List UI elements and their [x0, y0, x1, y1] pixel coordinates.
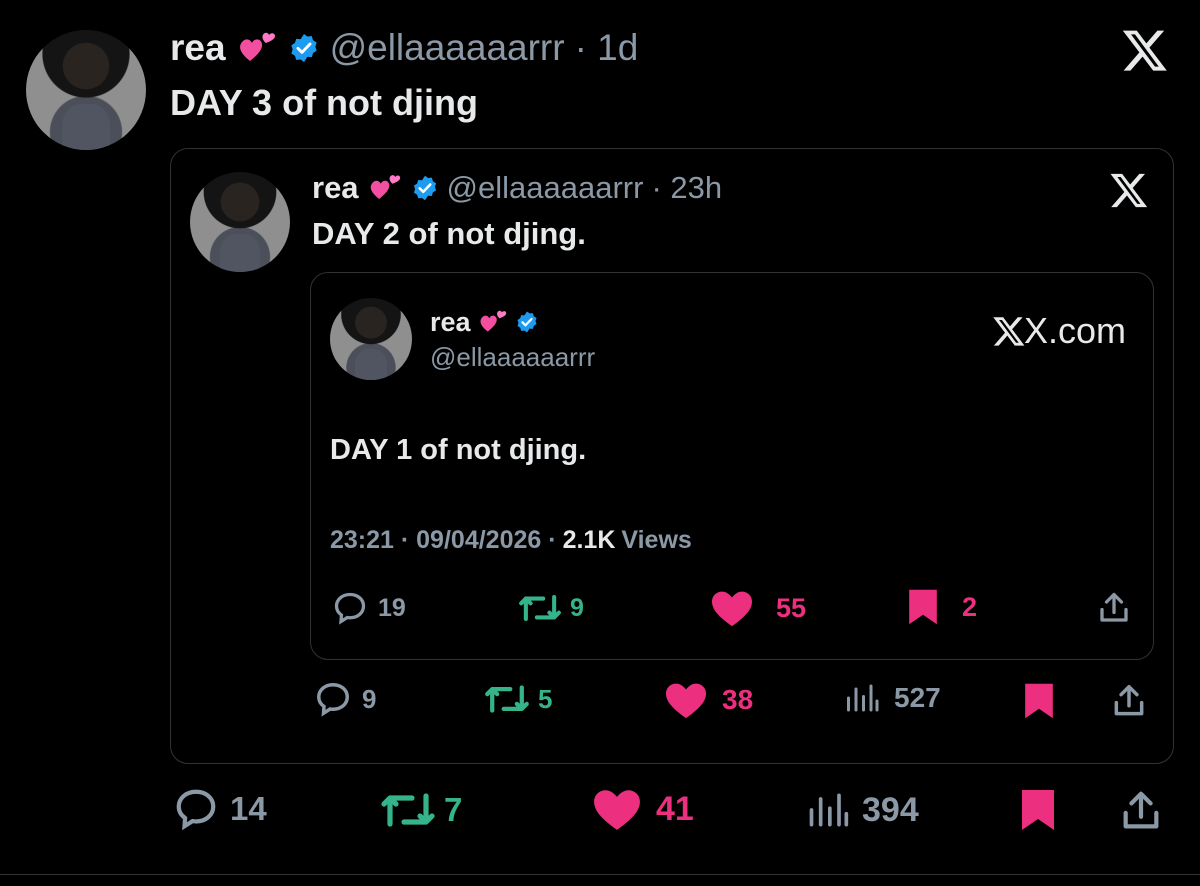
quote1-time[interactable]: · 23h: [651, 170, 722, 206]
reply-icon: [330, 590, 370, 626]
quote2-views-count: 2.1K: [562, 526, 616, 554]
bookmark-icon[interactable]: [1018, 788, 1058, 832]
reply-icon: [170, 786, 222, 832]
quote1-views-button[interactable]: 527: [844, 680, 941, 716]
outer-repost-count: 7: [444, 791, 463, 828]
verified-badge-icon: [411, 174, 439, 202]
quote2-handle[interactable]: @ellaaaaaarrr: [430, 342, 595, 373]
reply-icon: [312, 680, 354, 718]
share-icon[interactable]: [1110, 682, 1148, 720]
outer-reply-button[interactable]: 14: [170, 786, 267, 832]
x-logo-icon[interactable]: [1120, 26, 1170, 74]
verified-badge-icon: [515, 310, 539, 334]
quote1-like-count: 38: [722, 684, 754, 715]
outer-like-count: 41: [656, 789, 694, 828]
quote1-repost-button[interactable]: 5: [484, 680, 552, 718]
share-icon[interactable]: [1118, 788, 1164, 834]
quote1-header: rea @ellaaaaaarrr · 23h: [312, 166, 722, 210]
repost-icon: [484, 680, 530, 718]
x-logo-icon: [992, 314, 1026, 348]
quote2-reply-count: 19: [378, 593, 406, 622]
share-icon[interactable]: [1096, 590, 1132, 626]
quote1-tweet-text: DAY 2 of not djing.: [312, 216, 586, 251]
quote2-repost-count: 9: [570, 593, 584, 622]
outer-repost-button[interactable]: 7: [380, 788, 462, 832]
views-icon: [844, 680, 880, 716]
x-com-text: X.com: [1024, 310, 1127, 351]
x-com-label[interactable]: X.com: [992, 310, 1126, 352]
quote1-name[interactable]: rea: [312, 170, 359, 206]
two-hearts-emoji: [477, 308, 509, 336]
outer-time[interactable]: · 1d: [575, 27, 639, 69]
outer-like-button[interactable]: 41: [592, 786, 694, 832]
quote1-reply-count: 9: [362, 683, 377, 714]
x-logo-icon[interactable]: [1108, 170, 1150, 210]
bookmark-icon[interactable]: [1022, 682, 1056, 720]
quote1-repost-count: 5: [538, 683, 553, 714]
quote2-tweet-text: DAY 1 of not djing.: [330, 434, 587, 466]
like-icon: [592, 786, 642, 832]
bottom-divider: [0, 874, 1200, 875]
repost-icon: [380, 788, 436, 832]
two-hearts-emoji: [236, 29, 278, 67]
quote2-bookmark-button[interactable]: 2: [906, 588, 977, 626]
quote1-handle[interactable]: @ellaaaaaarrr: [447, 170, 644, 206]
quote2-bookmark-count: 2: [962, 591, 978, 622]
outer-avatar[interactable]: [26, 30, 146, 150]
quote1-like-button[interactable]: 38: [664, 680, 753, 720]
quote2-timestamp: 23:21 · 09/04/2026 ·: [330, 526, 557, 554]
quote2-name[interactable]: rea: [430, 307, 471, 338]
outer-views-count: 394: [862, 790, 919, 829]
quote2-reply-button[interactable]: 19: [330, 590, 406, 626]
quote2-repost-button[interactable]: 9: [518, 590, 584, 626]
quote1-views-count: 527: [894, 682, 941, 713]
like-icon: [710, 588, 754, 628]
two-hearts-emoji: [367, 172, 403, 204]
outer-name[interactable]: rea: [170, 27, 226, 69]
quote2-like-button[interactable]: 55: [710, 588, 806, 628]
quote2-header: rea: [430, 304, 539, 340]
outer-reply-count: 14: [230, 790, 267, 827]
quote1-avatar[interactable]: [190, 172, 290, 272]
quote2-like-count: 55: [776, 592, 807, 623]
outer-header: rea @ellaaaaaarrr · 1d: [170, 24, 638, 72]
like-icon: [664, 680, 708, 720]
quote2-meta: 23:21 · 09/04/2026 · 2.1K Views: [330, 526, 692, 555]
verified-badge-icon: [288, 32, 320, 64]
outer-handle[interactable]: @ellaaaaaarrr: [330, 27, 565, 69]
bookmark-icon: [906, 588, 940, 626]
repost-icon: [518, 590, 562, 626]
views-icon: [806, 788, 850, 832]
quote1-reply-button[interactable]: 9: [312, 680, 376, 718]
quote2-avatar[interactable]: [330, 298, 412, 380]
outer-tweet-text: DAY 3 of not djing: [170, 82, 479, 123]
outer-views-button[interactable]: 394: [806, 788, 919, 832]
quote2-views-label: Views: [621, 526, 692, 554]
